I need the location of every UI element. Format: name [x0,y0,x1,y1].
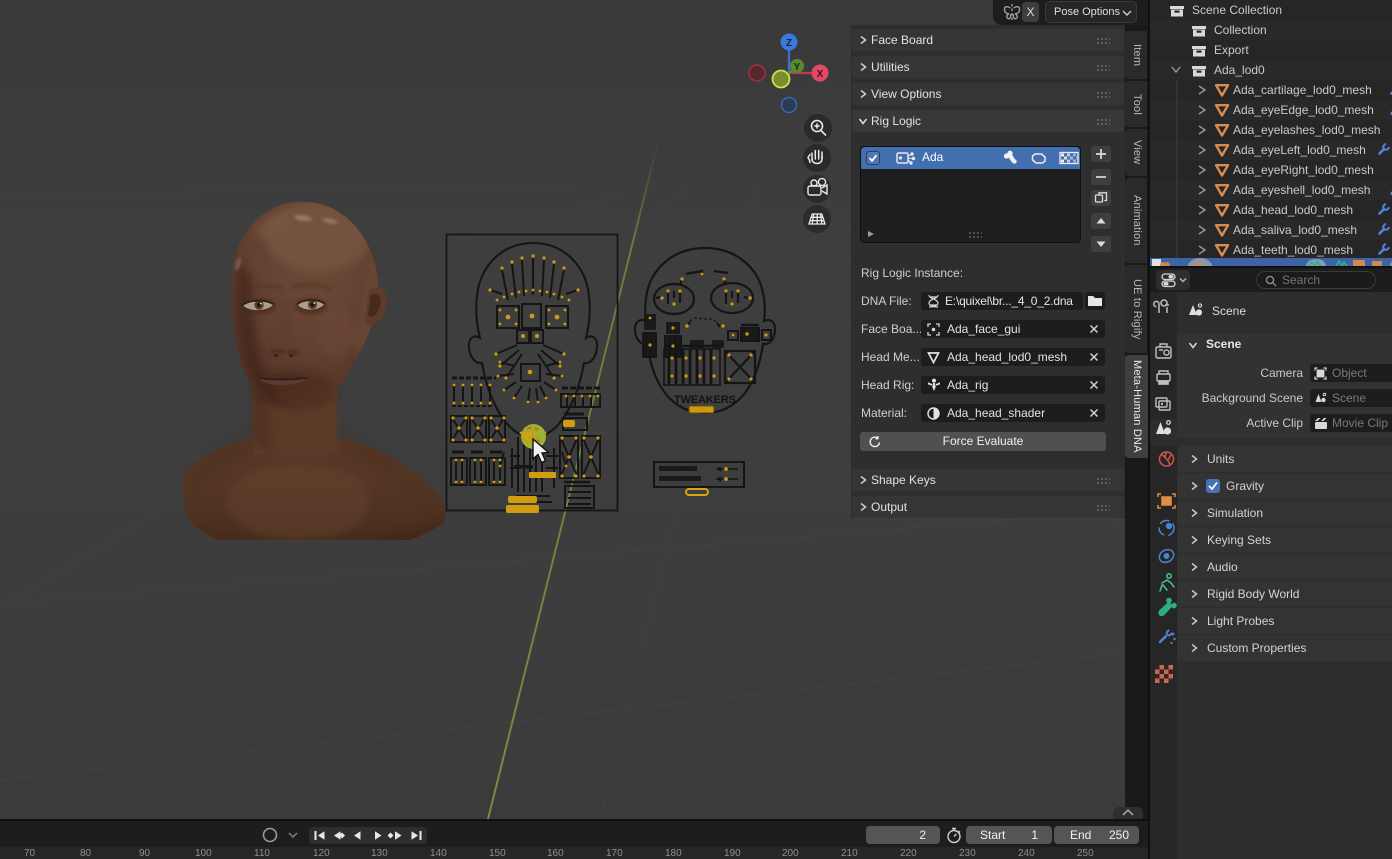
svg-text:Ada_lod0: Ada_lod0 [1214,63,1265,77]
svg-text:Y: Y [794,62,801,73]
svg-text:X: X [817,69,824,80]
svg-text:Ada_head_lod0_mesh: Ada_head_lod0_mesh [1233,203,1353,217]
svg-text:Scene Collection: Scene Collection [1192,3,1282,17]
svg-text:Ada_eyeRight_lod0_mesh: Ada_eyeRight_lod0_mesh [1233,163,1374,177]
svg-text:Ada_cartilage_lod0_mesh: Ada_cartilage_lod0_mesh [1233,83,1372,97]
svg-text:TWEAKERS: TWEAKERS [674,394,736,406]
svg-text:Ada_eyeshell_lod0_mesh: Ada_eyeshell_lod0_mesh [1233,183,1370,197]
svg-text:Z: Z [786,38,792,49]
svg-text:Ada_eyeEdge_lod0_mesh: Ada_eyeEdge_lod0_mesh [1233,103,1374,117]
svg-text:Ada_saliva_lod0_mesh: Ada_saliva_lod0_mesh [1233,223,1357,237]
svg-text:Ada_eyeLeft_lod0_mesh: Ada_eyeLeft_lod0_mesh [1233,143,1366,157]
svg-text:Ada_eyelashes_lod0_mesh: Ada_eyelashes_lod0_mesh [1233,123,1380,137]
svg-text:Ada_teeth_lod0_mesh: Ada_teeth_lod0_mesh [1233,243,1353,257]
svg-text:Collection: Collection [1214,23,1267,37]
svg-text:Export: Export [1214,43,1249,57]
